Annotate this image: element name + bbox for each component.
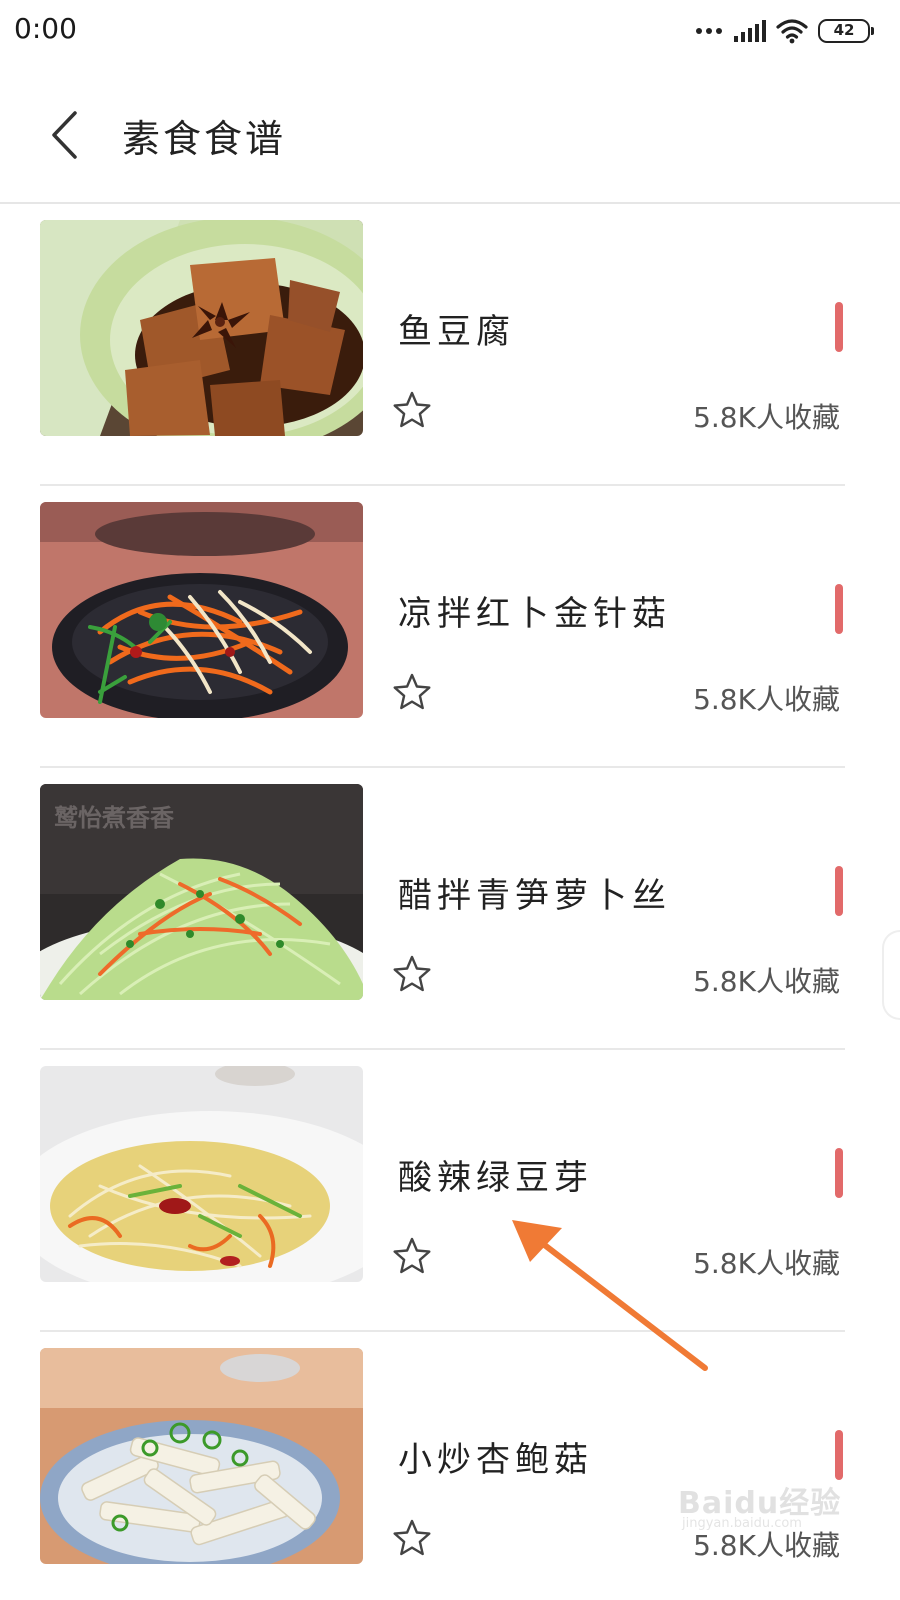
signal-icon: [734, 20, 766, 42]
favorite-count: 5.8K人收藏: [693, 1247, 840, 1280]
recipe-name: 小炒杏鲍菇: [398, 1440, 593, 1480]
recipe-name: 醋拌青笋萝卜丝: [398, 876, 671, 916]
watermark-url: jingyan.baidu.com: [682, 1516, 802, 1531]
chevron-left-icon: [52, 111, 77, 159]
favorite-count: 5.8K人收藏: [693, 401, 840, 434]
star-icon[interactable]: [392, 1518, 432, 1558]
recipe-thumbnail: [40, 1348, 363, 1564]
star-icon[interactable]: [392, 954, 432, 994]
status-bar: 0:00 42: [0, 0, 900, 64]
scroll-edge-indicator[interactable]: [882, 930, 900, 1020]
status-icons: 42: [696, 16, 874, 46]
recipe-name: 酸辣绿豆芽: [398, 1158, 593, 1198]
recipe-row[interactable]: 酸辣绿豆芽 5.8K人收藏: [40, 1050, 845, 1332]
recipe-row[interactable]: 鹫怡煮香香 醋拌青笋萝卜丝 5.8K人收藏: [40, 768, 845, 1050]
recipe-list: 鱼豆腐 5.8K人收藏 凉拌红卜金针菇 5.8K人收藏 鹫怡煮香香 醋拌青笋萝卜…: [0, 204, 900, 1600]
recipe-thumbnail: 鹫怡煮香香: [40, 784, 363, 1000]
title-bar: 素食食谱: [0, 64, 900, 204]
recipe-marker: [835, 584, 843, 634]
recipe-marker: [835, 1148, 843, 1198]
recipe-thumbnail: [40, 220, 363, 436]
star-icon[interactable]: [392, 672, 432, 712]
baidu-watermark: Baidu经验 jingyan.baidu.com: [672, 1470, 852, 1540]
recipe-thumbnail: [40, 502, 363, 718]
recipe-row[interactable]: 凉拌红卜金针菇 5.8K人收藏: [40, 486, 845, 768]
favorite-count: 5.8K人收藏: [693, 965, 840, 998]
status-time: 0:00: [14, 12, 77, 45]
recipe-marker: [835, 302, 843, 352]
wifi-icon: [776, 19, 808, 44]
recipe-thumbnail: [40, 1066, 363, 1282]
thumbnail-watermark: 鹫怡煮香香: [54, 804, 175, 832]
recipe-row[interactable]: 小炒杏鲍菇 5.8K人收藏: [40, 1332, 845, 1600]
recipe-row[interactable]: 鱼豆腐 5.8K人收藏: [40, 204, 845, 486]
back-button[interactable]: [38, 104, 90, 166]
more-dots-icon: [696, 28, 722, 34]
battery-icon: 42: [818, 19, 874, 43]
star-icon[interactable]: [392, 390, 432, 430]
recipe-marker: [835, 866, 843, 916]
favorite-count: 5.8K人收藏: [693, 683, 840, 716]
recipe-name: 鱼豆腐: [398, 312, 515, 352]
star-icon[interactable]: [392, 1236, 432, 1276]
page-title: 素食食谱: [122, 117, 287, 161]
recipe-name: 凉拌红卜金针菇: [398, 594, 671, 634]
